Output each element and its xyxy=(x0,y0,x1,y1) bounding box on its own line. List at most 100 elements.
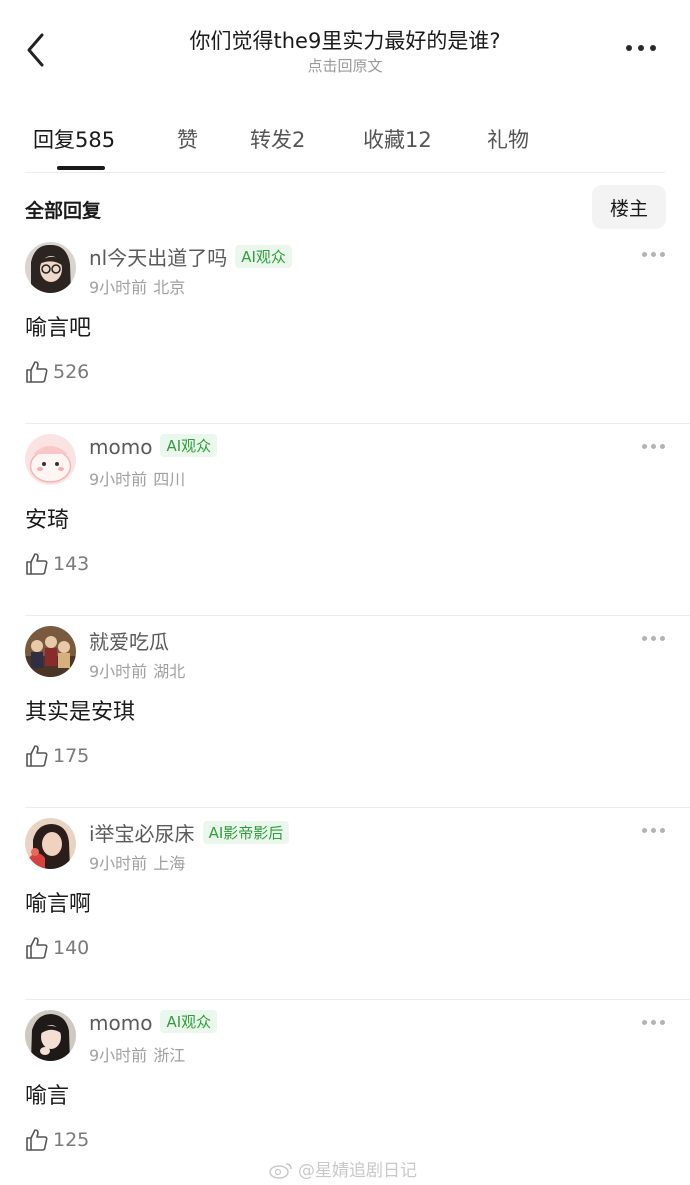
more-dot-icon xyxy=(642,828,647,833)
more-dot-icon xyxy=(660,252,665,257)
like-button[interactable]: 125 xyxy=(25,1128,89,1152)
more-dot-icon xyxy=(626,45,632,51)
top-bar: 你们觉得the9里实力最好的是谁? 点击回原文 xyxy=(0,0,690,96)
like-button[interactable]: 143 xyxy=(25,552,89,576)
comment-time: 9小时前 xyxy=(89,662,148,681)
tab-likes[interactable]: 赞 xyxy=(177,124,198,154)
more-dot-icon xyxy=(650,45,656,51)
comment-meta: 9小时前 浙江 xyxy=(89,1042,185,1066)
weibo-logo-icon xyxy=(269,1163,292,1179)
username[interactable]: momo AI观众 xyxy=(89,1010,218,1035)
watermark: @星婧追剧日记 xyxy=(268,1156,417,1181)
username-text: 就爱吃瓜 xyxy=(89,630,169,654)
more-dot-icon xyxy=(660,636,665,641)
comment-meta: 9小时前 湖北 xyxy=(89,658,185,682)
more-dot-icon xyxy=(651,252,656,257)
username[interactable]: nl今天出道了吗 AI观众 xyxy=(89,242,292,271)
avatar[interactable] xyxy=(25,818,76,869)
comment-item: momo AI观众 9小时前 四川 安琦 143 xyxy=(0,424,690,616)
comment-more-button[interactable] xyxy=(642,828,665,833)
more-options-button[interactable] xyxy=(624,40,658,56)
comment-more-button[interactable] xyxy=(642,636,665,641)
user-badge: AI观众 xyxy=(160,1010,218,1033)
avatar[interactable] xyxy=(25,242,76,293)
comment-meta: 9小时前 四川 xyxy=(89,466,185,490)
avatar[interactable] xyxy=(25,434,76,485)
comment-location: 北京 xyxy=(153,278,186,297)
thumbs-up-icon xyxy=(26,1129,48,1151)
comment-time: 9小时前 xyxy=(89,854,148,873)
like-count: 175 xyxy=(53,745,90,767)
comment-location: 浙江 xyxy=(153,1046,186,1065)
more-dot-icon xyxy=(651,1020,656,1025)
like-count: 526 xyxy=(53,361,90,383)
back-button[interactable] xyxy=(20,30,52,70)
tab-favorites[interactable]: 收藏12 xyxy=(363,124,432,154)
comment-location: 四川 xyxy=(153,470,186,489)
like-count: 140 xyxy=(53,937,90,959)
more-dot-icon xyxy=(651,444,656,449)
watermark-text: @星婧追剧日记 xyxy=(298,1161,417,1181)
comment-more-button[interactable] xyxy=(642,252,665,257)
username-text: momo xyxy=(89,435,153,459)
more-dot-icon xyxy=(651,636,656,641)
comment-item: nl今天出道了吗 AI观众 9小时前 北京 喻言吧 526 xyxy=(0,232,690,424)
more-dot-icon xyxy=(638,45,644,51)
more-dot-icon xyxy=(642,252,647,257)
like-count: 143 xyxy=(53,553,90,575)
thumbs-up-icon xyxy=(26,361,48,383)
thumbs-up-icon xyxy=(26,937,48,959)
user-badge: AI观众 xyxy=(235,245,292,268)
more-dot-icon xyxy=(660,444,665,449)
comment-location: 湖北 xyxy=(153,662,186,681)
like-button[interactable]: 526 xyxy=(25,360,89,384)
comment-item: i举宝必尿床 AI影帝影后 9小时前 上海 喻言啊 140 xyxy=(0,808,690,1000)
username-text: nl今天出道了吗 xyxy=(89,246,228,270)
tab-gifts[interactable]: 礼物 xyxy=(487,124,529,154)
user-badge: AI影帝影后 xyxy=(202,821,290,844)
title-block[interactable]: 你们觉得the9里实力最好的是谁? 点击回原文 xyxy=(120,26,570,76)
username-text: momo xyxy=(89,1011,153,1035)
comment-time: 9小时前 xyxy=(89,470,148,489)
divider xyxy=(25,172,665,173)
back-to-original-link[interactable]: 点击回原文 xyxy=(120,56,570,76)
section-title: 全部回复 xyxy=(25,200,102,222)
like-count: 125 xyxy=(53,1129,90,1151)
tab-replies[interactable]: 回复585 xyxy=(33,124,115,154)
like-button[interactable]: 140 xyxy=(25,936,89,960)
active-tab-indicator xyxy=(57,166,105,170)
more-dot-icon xyxy=(642,444,647,449)
post-title: 你们觉得the9里实力最好的是谁? xyxy=(189,29,501,53)
comment-text: 喻言 xyxy=(25,1084,70,1109)
more-dot-icon xyxy=(660,1020,665,1025)
comment-location: 上海 xyxy=(153,854,186,873)
back-arrow-icon xyxy=(27,33,44,67)
comment-meta: 9小时前 上海 xyxy=(89,850,185,874)
username[interactable]: 就爱吃瓜 xyxy=(89,626,169,655)
host-only-button[interactable]: 楼主 xyxy=(592,185,666,229)
user-badge: AI观众 xyxy=(160,434,218,457)
tab-bar: 回复585 赞 转发2 收藏12 礼物 xyxy=(25,116,665,172)
more-dot-icon xyxy=(642,636,647,641)
comment-item: 就爱吃瓜 9小时前 湖北 其实是安琪 175 xyxy=(0,616,690,808)
avatar[interactable] xyxy=(25,1010,76,1061)
avatar[interactable] xyxy=(25,626,76,677)
more-dot-icon xyxy=(642,1020,647,1025)
like-button[interactable]: 175 xyxy=(25,744,89,768)
comment-meta: 9小时前 北京 xyxy=(89,274,185,298)
username-text: i举宝必尿床 xyxy=(89,822,195,846)
username[interactable]: i举宝必尿床 AI影帝影后 xyxy=(89,818,290,847)
more-dot-icon xyxy=(651,828,656,833)
thumbs-up-icon xyxy=(26,745,48,767)
comment-text: 喻言啊 xyxy=(25,892,92,917)
thumbs-up-icon xyxy=(26,553,48,575)
tab-reposts[interactable]: 转发2 xyxy=(250,124,305,154)
comment-more-button[interactable] xyxy=(642,444,665,449)
comment-text: 喻言吧 xyxy=(25,316,92,341)
more-dot-icon xyxy=(660,828,665,833)
comment-text: 安琦 xyxy=(25,508,70,533)
comment-more-button[interactable] xyxy=(642,1020,665,1025)
comment-text: 其实是安琪 xyxy=(25,700,136,725)
username[interactable]: momo AI观众 xyxy=(89,434,218,459)
comment-time: 9小时前 xyxy=(89,278,148,297)
